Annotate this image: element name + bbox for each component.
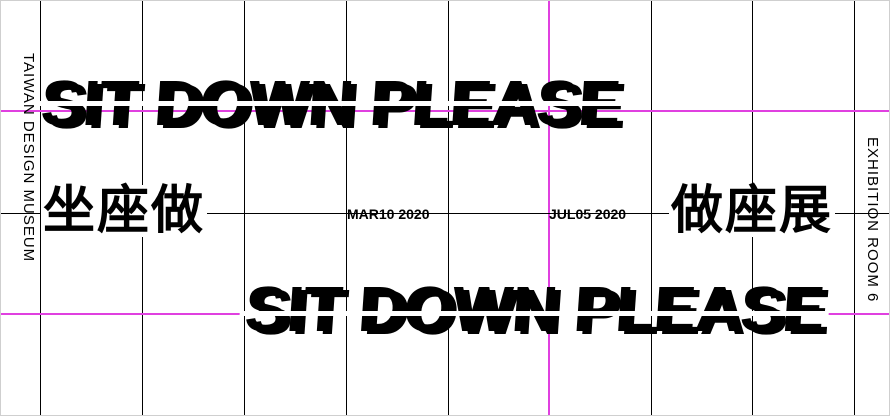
grid-vline (448, 1, 449, 415)
grid-vline (854, 1, 855, 415)
room-label: EXHIBITION ROOM 6 (864, 137, 881, 303)
cjk-title-left: 坐座做 (41, 181, 208, 241)
headline-top: SIT DOWN PLEASE SIT DOWN PLEASE (35, 67, 628, 142)
cjk-title-right: 做座展 (669, 181, 836, 241)
headline-bottom-text: SIT DOWN PLEASE (242, 273, 827, 345)
headline-top-slice (35, 101, 625, 106)
grid-vline (651, 1, 652, 415)
museum-name: TAIWAN DESIGN MUSEUM (20, 53, 37, 263)
exhibition-poster: TAIWAN DESIGN MUSEUM EXHIBITION ROOM 6 S… (0, 0, 890, 416)
headline-bottom-slice (239, 311, 829, 316)
date-start: MAR10 2020 (347, 206, 430, 222)
grid-vline (244, 1, 245, 415)
headline-bottom: SIT DOWN PLEASE SIT DOWN PLEASE (239, 273, 832, 348)
date-end: JUL05 2020 (549, 206, 627, 222)
